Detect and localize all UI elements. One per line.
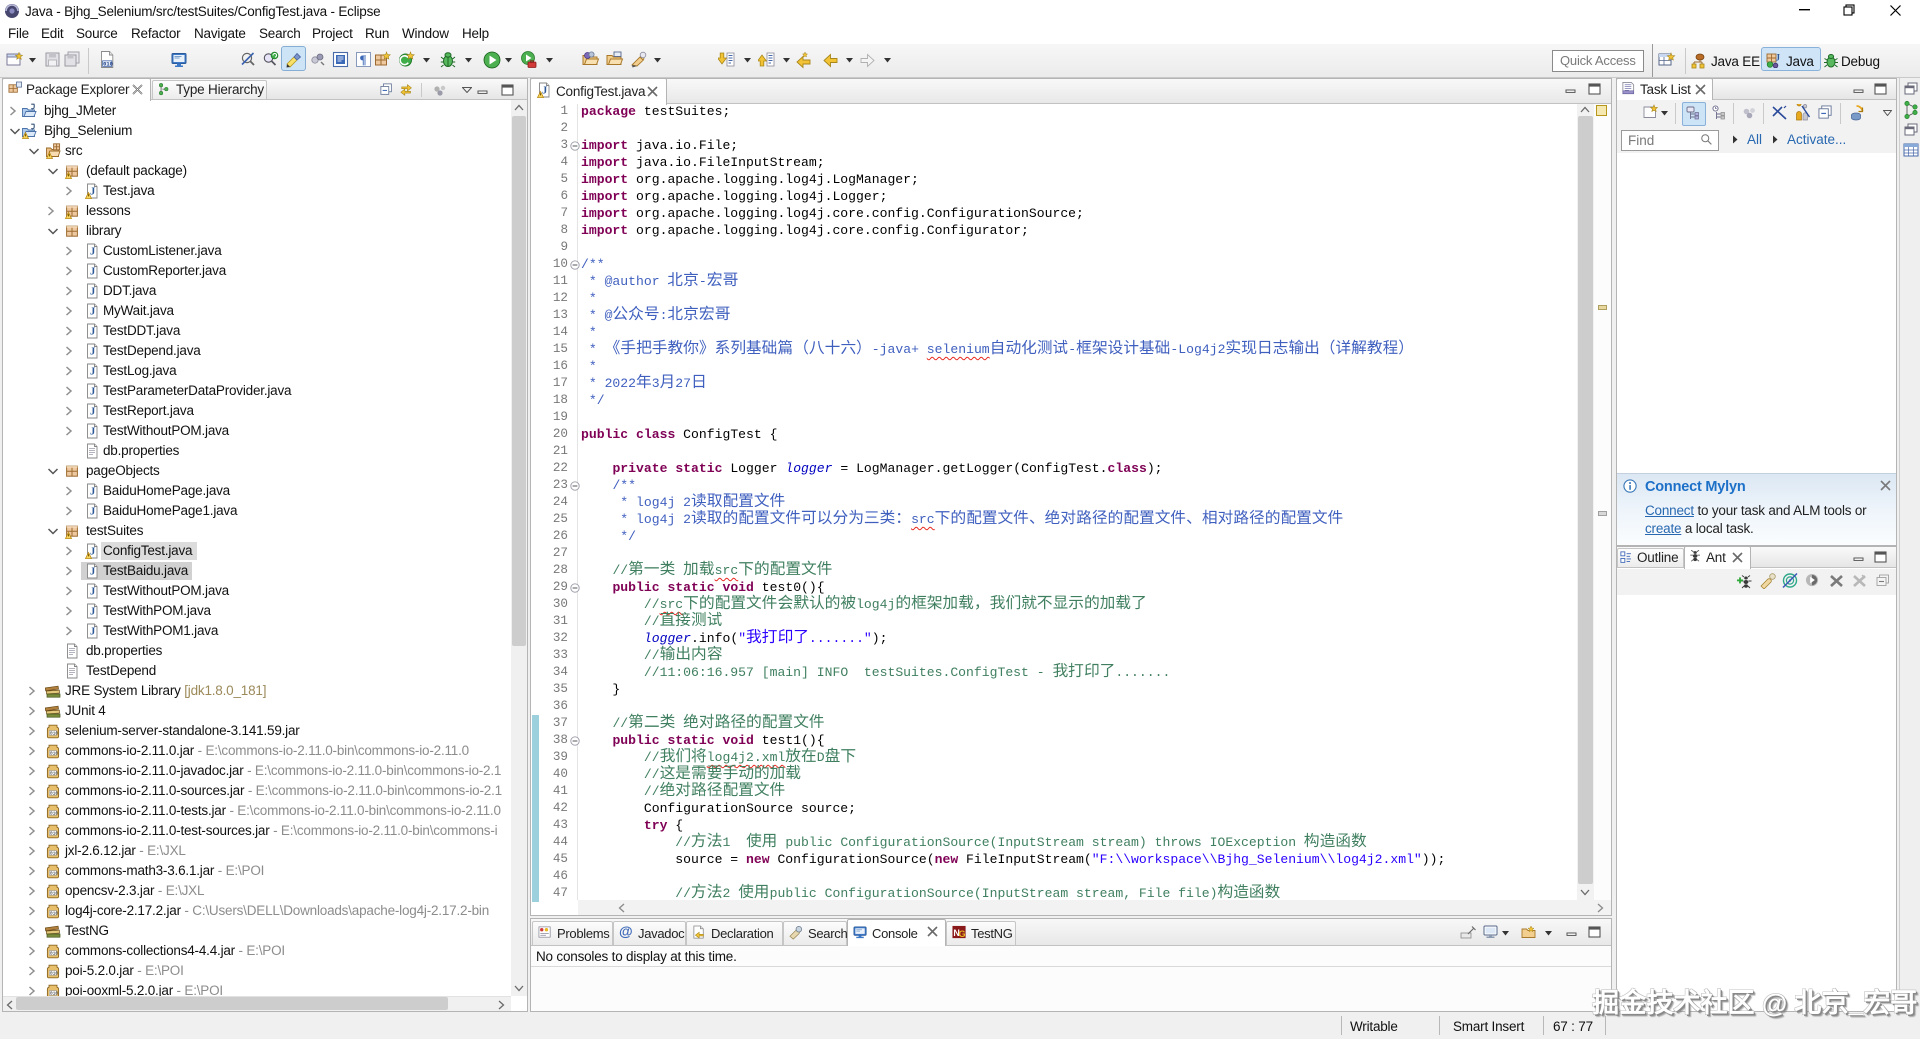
svg-text:J: J	[90, 547, 95, 558]
svg-text:010: 010	[50, 910, 59, 916]
svg-text:J: J	[90, 187, 95, 198]
svg-text:J: J	[90, 607, 95, 618]
svg-text:J: J	[90, 567, 95, 578]
svg-text:J: J	[90, 487, 95, 498]
svg-text:J: J	[90, 307, 95, 318]
svg-text:010: 010	[50, 890, 59, 896]
svg-text:J: J	[90, 387, 95, 398]
svg-text:J: J	[90, 507, 95, 518]
svg-text:010: 010	[103, 62, 113, 68]
svg-text:010: 010	[50, 950, 59, 956]
svg-text:J: J	[90, 287, 95, 298]
svg-text:G: G	[959, 929, 966, 939]
svg-text:J: J	[90, 367, 95, 378]
svg-text:J: J	[1776, 53, 1781, 63]
svg-text:J: J	[90, 427, 95, 438]
svg-text:J: J	[542, 86, 547, 97]
svg-text:J: J	[90, 327, 95, 338]
svg-text:J: J	[90, 407, 95, 418]
svg-text:010: 010	[50, 750, 59, 756]
svg-text:J: J	[90, 627, 95, 638]
svg-text:010: 010	[50, 850, 59, 856]
svg-text:010: 010	[50, 790, 59, 796]
svg-text:010: 010	[50, 870, 59, 876]
svg-text:010: 010	[50, 830, 59, 836]
svg-text:¶: ¶	[360, 52, 367, 67]
svg-text:010: 010	[50, 810, 59, 816]
svg-text:J: J	[90, 347, 95, 358]
svg-text:J: J	[90, 267, 95, 278]
svg-text:J: J	[90, 587, 95, 598]
svg-text:J: J	[90, 247, 95, 258]
svg-text:010: 010	[50, 770, 59, 776]
svg-text:010: 010	[50, 970, 59, 976]
svg-text:010: 010	[50, 730, 59, 736]
